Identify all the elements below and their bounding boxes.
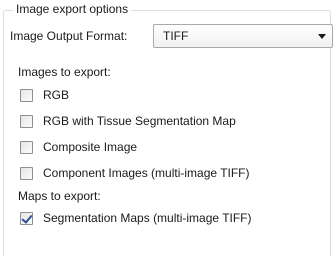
checkbox-segmentation-maps[interactable]: Segmentation Maps (multi-image TIFF): [20, 210, 252, 226]
checkbox-composite-image[interactable]: Composite Image: [20, 139, 137, 155]
checkbox-box[interactable]: [20, 88, 33, 102]
checkbox-box[interactable]: [20, 166, 33, 180]
checkbox-label: RGB: [43, 87, 70, 102]
checkbox-label: Segmentation Maps (multi-image TIFF): [43, 210, 252, 225]
checkbox-label: RGB with Tissue Segmentation Map: [43, 113, 236, 128]
output-format-select[interactable]: TIFF: [153, 24, 333, 48]
checkbox-label: Component Images (multi-image TIFF): [43, 165, 250, 180]
format-label: Image Output Format:: [10, 29, 128, 43]
checkbox-component-images[interactable]: Component Images (multi-image TIFF): [20, 165, 250, 181]
images-to-export-label: Images to export:: [18, 65, 111, 79]
checkbox-rgb-tissue-segmentation[interactable]: RGB with Tissue Segmentation Map: [20, 113, 236, 129]
checkbox-rgb[interactable]: RGB: [20, 87, 69, 103]
checkbox-label: Composite Image: [43, 139, 138, 154]
maps-to-export-label: Maps to export:: [18, 189, 101, 203]
checkbox-box[interactable]: [20, 114, 33, 128]
checkmark-icon[interactable]: [20, 211, 33, 225]
output-format-value: TIFF: [163, 29, 189, 43]
group-title: Image export options: [13, 2, 132, 17]
checkbox-box[interactable]: [20, 140, 33, 154]
chevron-down-icon: [318, 34, 326, 39]
image-export-panel: Image export options Image Output Format…: [0, 0, 336, 256]
